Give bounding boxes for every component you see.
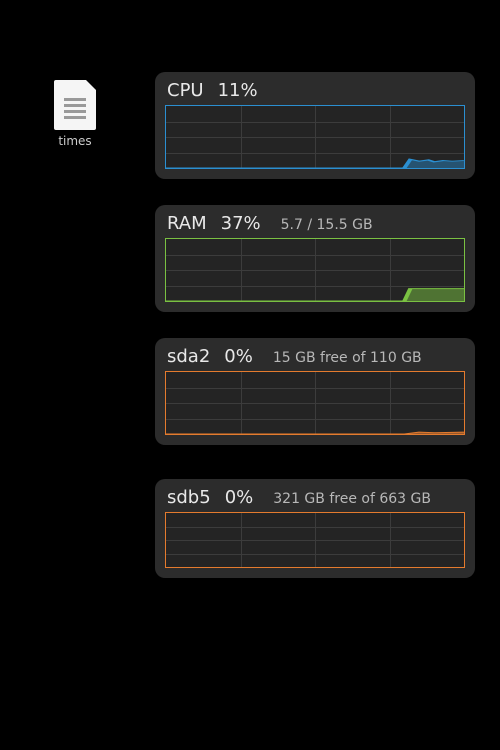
system-monitor-widgets: CPU 11% RAM 37% 5.7 / 15.5 GB — [155, 72, 475, 604]
cpu-value: 11% — [218, 80, 258, 101]
ram-label: RAM — [167, 213, 207, 234]
ram-sparkline-icon — [166, 239, 464, 301]
disk-sdb5-detail: 321 GB free of 663 GB — [273, 491, 431, 507]
disk-sda2-sparkline-icon — [166, 372, 464, 434]
cpu-header: CPU 11% — [165, 78, 465, 105]
disk-sdb5-value: 0% — [225, 487, 254, 508]
spacer — [155, 453, 475, 479]
disk-sda2-detail: 15 GB free of 110 GB — [273, 350, 422, 366]
ram-monitor[interactable]: RAM 37% 5.7 / 15.5 GB — [155, 205, 475, 312]
disk-sdb5-monitor[interactable]: sdb5 0% 321 GB free of 663 GB — [155, 479, 475, 578]
ram-detail: 5.7 / 15.5 GB — [281, 217, 373, 233]
cpu-graph — [165, 105, 465, 169]
disk-sda2-value: 0% — [224, 346, 253, 367]
disk-sda2-label: sda2 — [167, 346, 210, 367]
desktop-file-label: times — [45, 134, 105, 148]
disk-sda2-header: sda2 0% 15 GB free of 110 GB — [165, 344, 465, 371]
disk-sdb5-label: sdb5 — [167, 487, 211, 508]
disk-sdb5-graph — [165, 512, 465, 568]
cpu-sparkline-icon — [166, 106, 464, 168]
disk-sda2-graph — [165, 371, 465, 435]
cpu-label: CPU — [167, 80, 204, 101]
disk-sdb5-header: sdb5 0% 321 GB free of 663 GB — [165, 485, 465, 512]
ram-value: 37% — [221, 213, 261, 234]
desktop-file[interactable]: times — [45, 80, 105, 148]
ram-header: RAM 37% 5.7 / 15.5 GB — [165, 211, 465, 238]
cpu-monitor[interactable]: CPU 11% — [155, 72, 475, 179]
ram-graph — [165, 238, 465, 302]
text-file-icon — [54, 80, 96, 130]
disk-sda2-monitor[interactable]: sda2 0% 15 GB free of 110 GB — [155, 338, 475, 445]
